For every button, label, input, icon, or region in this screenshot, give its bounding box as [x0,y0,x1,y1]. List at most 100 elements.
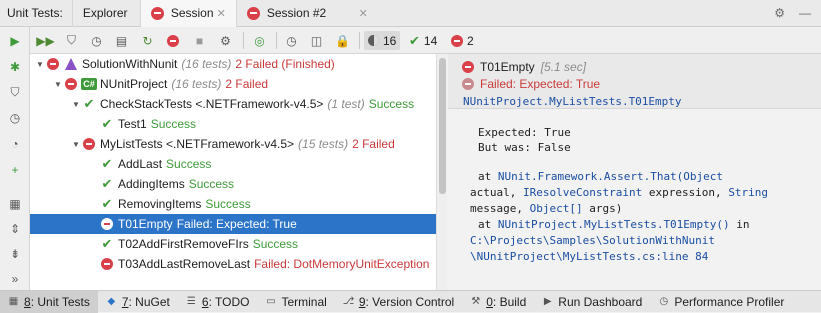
debug-icon[interactable]: ✱ [8,60,22,74]
filter-passed[interactable]: ✔ 14 [405,31,441,50]
filter-failed[interactable]: 2 [447,31,478,50]
node-status: 2 Failed [225,77,269,91]
tool-label: Run Dashboard [558,294,643,309]
trace-text: at [478,218,492,231]
trace-text: expression, [648,186,722,199]
close-icon[interactable]: ✕ [359,7,368,20]
tree-node[interactable]: ✔ T02AddFirstRemoveFIrs Success [30,234,436,254]
settings-icon[interactable]: ⚙ [218,33,233,48]
pie-icon[interactable]: ◔ [8,137,22,151]
tool-shortcut: 9 [358,294,366,309]
tree-node[interactable]: ✔ Test1 Success [30,114,436,134]
tree-node-selected[interactable]: T01Empty Failed: Expected: True [30,214,436,234]
trace-link[interactable]: Object[] [530,202,583,215]
expanded-arrow-icon[interactable]: ▼ [70,100,82,109]
csharp-project-icon: C# [81,78,97,90]
node-meta: (15 tests) [298,137,349,151]
trace-link[interactable]: NUnitProject.MyListTests.T01Empty() [498,218,730,231]
track-icon[interactable]: ◎ [252,33,267,48]
toolwindow-nuget[interactable]: ◆ 7: NuGet [98,291,178,313]
profile-icon[interactable]: ◷ [89,33,104,48]
group-icon[interactable]: ▦ [8,197,22,211]
stop-icon[interactable]: ■ [192,33,207,48]
tree-node[interactable]: ▼ MyListTests <.NETFramework-v4.5> (15 t… [30,134,436,154]
toolwindow-build[interactable]: ⚒ 0: Build [462,291,534,313]
stopwatch-icon[interactable]: ◷ [8,111,22,125]
tree-node[interactable]: ✔ AddingItems Success [30,174,436,194]
check-icon: ✔ [83,96,95,111]
tool-shortcut: 6 [201,294,209,309]
add-icon[interactable]: + [8,163,22,177]
rerun-failed-icon[interactable] [165,33,180,48]
tree-node[interactable]: ✔ RemovingItems Success [30,194,436,214]
node-status: Success [368,97,415,111]
tab-session-2[interactable]: Session #2 ✕ [235,0,378,27]
node-status: Success [166,157,212,171]
trace-link[interactable]: NUnit.Framework.Assert.That(Object [498,170,723,183]
trace-file-link[interactable]: C:\Projects\Samples\SolutionWithNunit [470,233,768,249]
node-name: AddingItems [118,177,185,191]
toolwindow-performance-profiler[interactable]: ◷ Performance Profiler [650,291,792,313]
failed-icon [46,57,60,71]
count-all: 16 [383,33,397,48]
scrollbar-thumb[interactable] [439,58,446,194]
tool-shortcut: 8 [24,294,31,309]
failed-icon [462,78,474,90]
tab-session[interactable]: Session ✕ [139,0,236,27]
test-name: T01Empty [480,60,535,74]
tool-label: Terminal [281,294,327,309]
toolwindow-terminal[interactable]: ▭ Terminal [257,291,334,313]
node-name: NUnitProject [100,77,168,91]
tree-node[interactable]: ✔ AddLast Success [30,154,436,174]
failed-session-icon [150,6,164,20]
tool-label: : TODO [208,294,250,309]
expand-all-icon[interactable]: ⇕ [8,222,22,236]
todo-icon: ☰ [186,296,196,307]
more-icon[interactable]: » [8,272,22,286]
run-all-icon[interactable]: ▶▶ [36,33,54,48]
lock-icon[interactable]: 🔒 [335,33,350,48]
tree-node[interactable]: T03AddLastRemoveLast Failed: DotMemoryUn… [30,254,436,274]
tree-node[interactable]: ▼ C# NUnitProject (16 tests) 2 Failed [30,74,436,94]
trace-text: message, [470,202,523,215]
trace-text: at [478,170,492,183]
memory-icon[interactable]: ▤ [114,33,129,48]
filter-all[interactable]: 16 [364,31,401,50]
toolwindow-unit-tests[interactable]: ▦ 8: Unit Tests [0,290,98,313]
close-icon[interactable]: ✕ [217,7,226,20]
trace-file-link[interactable]: \NUnitProject\MyListTests.cs:line 84 [470,249,768,265]
trace-link[interactable]: IResolveConstraint [523,186,642,199]
toolwindow-run-dashboard[interactable]: ▶ Run Dashboard [534,291,650,313]
tree-scrollbar[interactable] [436,54,447,290]
trace-link[interactable]: String [728,186,768,199]
test-duration: [5.1 sec] [540,60,587,74]
gear-icon[interactable]: ⚙ [774,6,785,20]
cover-icon[interactable]: ⛉ [64,33,79,48]
node-meta: (1 test) [327,97,365,111]
titlebar-actions: ⚙ — [774,6,821,20]
check-icon: ✔ [409,32,420,48]
expanded-arrow-icon[interactable]: ▼ [70,140,82,149]
failed-icon [82,137,96,151]
node-name: SolutionWithNunit [82,57,178,71]
node-meta: (16 tests) [171,77,222,91]
shield-icon[interactable]: ⛉ [8,85,22,99]
tab-explorer[interactable]: Explorer [71,0,140,27]
clock-icon[interactable]: ◷ [284,33,299,48]
split-icon[interactable]: ◫ [309,33,324,48]
tree-node[interactable]: ▼ ✔ CheckStackTests <.NETFramework-v4.5>… [30,94,436,114]
rerun-icon[interactable]: ↻ [140,33,155,48]
node-meta: (16 tests) [181,57,232,71]
collapse-all-icon[interactable]: ⇟ [8,247,22,261]
minimize-icon[interactable]: — [799,6,811,20]
check-icon: ✔ [101,116,113,131]
test-tree: ▼ SolutionWithNunit (16 tests) 2 Failed … [30,54,436,290]
expanded-arrow-icon[interactable]: ▼ [52,80,64,89]
run-icon[interactable]: ▶ [8,34,22,48]
test-full-name[interactable]: NUnitProject.MyListTests.T01Empty [463,95,682,108]
tree-node[interactable]: ▼ SolutionWithNunit (16 tests) 2 Failed … [30,54,436,74]
expanded-arrow-icon[interactable]: ▼ [34,60,46,69]
toolwindow-version-control[interactable]: ⎇ 9: Version Control [335,291,462,313]
trace-text: actual, [470,186,517,199]
toolwindow-todo[interactable]: ☰ 6: TODO [178,291,258,313]
